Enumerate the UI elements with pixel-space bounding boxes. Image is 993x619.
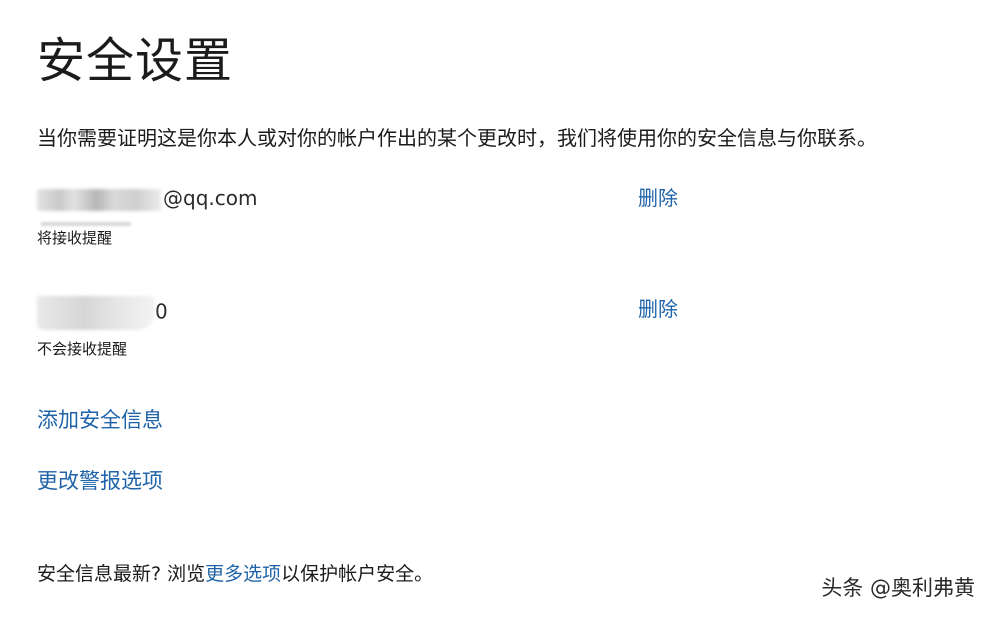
page-description: 当你需要证明这是你本人或对你的帐户作出的某个更改时，我们将使用你的安全信息与你联…: [37, 126, 877, 150]
contact-email-suffix: @qq.com: [163, 186, 258, 210]
contact-phone: 0: [37, 296, 168, 330]
add-security-info-link[interactable]: 添加安全信息: [37, 406, 163, 434]
redacted-blur: [37, 296, 155, 330]
watermark: 头条 @奥利弗黄: [821, 576, 975, 600]
more-options-link[interactable]: 更多选项: [205, 563, 281, 585]
delete-link[interactable]: 删除: [638, 296, 678, 322]
contact-status: 不会接收提醒: [37, 340, 128, 358]
contact-status: 将接收提醒: [37, 229, 113, 247]
redacted-blur: [41, 222, 131, 226]
contact-phone-suffix: 0: [155, 299, 168, 324]
delete-link[interactable]: 删除: [638, 185, 678, 211]
footer-suffix: 以保护帐户安全。: [281, 563, 434, 585]
change-alert-options-link[interactable]: 更改警报选项: [37, 467, 163, 495]
page-title: 安全设置: [37, 33, 234, 89]
footer-prefix: 安全信息最新? 浏览: [37, 563, 206, 585]
contact-email: @qq.com: [37, 185, 257, 211]
footer-text: 安全信息最新? 浏览更多选项以保护帐户安全。: [37, 561, 433, 587]
redacted-blur: [37, 188, 161, 211]
